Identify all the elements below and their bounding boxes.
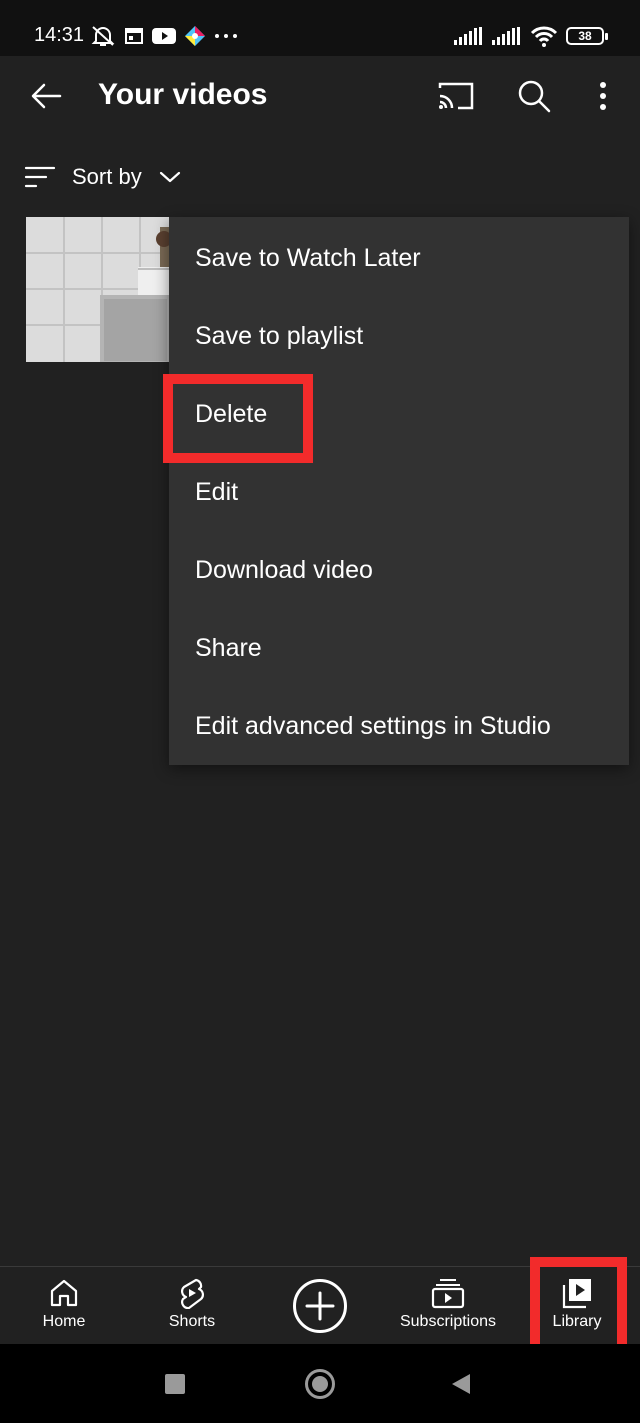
search-icon: [518, 80, 551, 113]
search-button[interactable]: [512, 74, 556, 118]
nav-home[interactable]: Home: [24, 1267, 104, 1345]
more-vert-icon: [600, 82, 606, 110]
system-back-button[interactable]: [452, 1374, 470, 1394]
home-icon: [50, 1279, 78, 1307]
chevron-down-icon: [159, 171, 180, 183]
menu-item-share[interactable]: Share: [169, 609, 629, 687]
cast-icon: [438, 82, 474, 110]
bell-off-icon: [91, 26, 115, 46]
sort-bar: Sort by: [0, 150, 640, 204]
menu-item-label: Edit: [195, 477, 239, 506]
menu-item-label: Edit advanced settings in Studio: [195, 711, 551, 740]
app-bar: Your videos: [0, 56, 640, 136]
nav-label-subscriptions: Subscriptions: [399, 1313, 497, 1330]
menu-item-edit[interactable]: Edit: [169, 453, 629, 531]
menu-item-label: Save to playlist: [195, 321, 364, 350]
nav-shorts[interactable]: Shorts: [152, 1267, 232, 1345]
app-icon: [185, 26, 205, 46]
menu-item-download-video[interactable]: Download video: [169, 531, 629, 609]
page-title: Your videos: [98, 78, 268, 111]
menu-item-save-to-watch-later[interactable]: Save to Watch Later: [169, 219, 629, 297]
status-time: 14:31: [34, 24, 85, 46]
menu-item-label: Share: [195, 633, 262, 662]
menu-item-label: Save to Watch Later: [195, 243, 421, 272]
highlight-box-delete: [163, 374, 313, 463]
cast-button[interactable]: [434, 76, 478, 116]
signal-icon: [454, 27, 482, 45]
status-icons-right: 38: [454, 24, 608, 48]
thumbnail-image: [26, 217, 171, 362]
status-icons-left: [90, 24, 238, 48]
sort-icon: [24, 166, 56, 188]
sort-by-label: Sort by: [72, 164, 142, 189]
youtube-icon: [152, 28, 176, 44]
video-thumbnail[interactable]: [26, 217, 171, 362]
battery-icon: 38: [566, 27, 608, 45]
more-options-button[interactable]: [588, 74, 618, 118]
more-dots-icon: [215, 34, 237, 38]
sort-by-button[interactable]: Sort by: [24, 156, 182, 198]
wifi-icon: [530, 26, 558, 47]
menu-item-label: Download video: [195, 555, 373, 584]
nav-label-home: Home: [42, 1313, 86, 1330]
menu-item-save-to-playlist[interactable]: Save to playlist: [169, 297, 629, 375]
create-button[interactable]: [293, 1279, 347, 1333]
nav-subscriptions[interactable]: Subscriptions: [388, 1267, 508, 1345]
shorts-icon: [181, 1278, 204, 1309]
menu-item-edit-advanced-settings[interactable]: Edit advanced settings in Studio: [169, 687, 629, 765]
subscriptions-icon: [431, 1279, 465, 1309]
system-navigation-bar: [0, 1344, 640, 1423]
status-bar: 14:31 38: [0, 0, 640, 56]
calendar-icon: [125, 28, 143, 44]
nav-label-shorts: Shorts: [168, 1313, 216, 1330]
back-button[interactable]: [22, 74, 70, 118]
plus-icon: [305, 1291, 335, 1321]
recents-button[interactable]: [165, 1374, 185, 1394]
context-menu: Save to Watch Later Save to playlist Del…: [169, 217, 629, 765]
system-home-button[interactable]: [305, 1369, 335, 1399]
arrow-back-icon: [31, 83, 62, 109]
signal-icon: [492, 27, 520, 45]
